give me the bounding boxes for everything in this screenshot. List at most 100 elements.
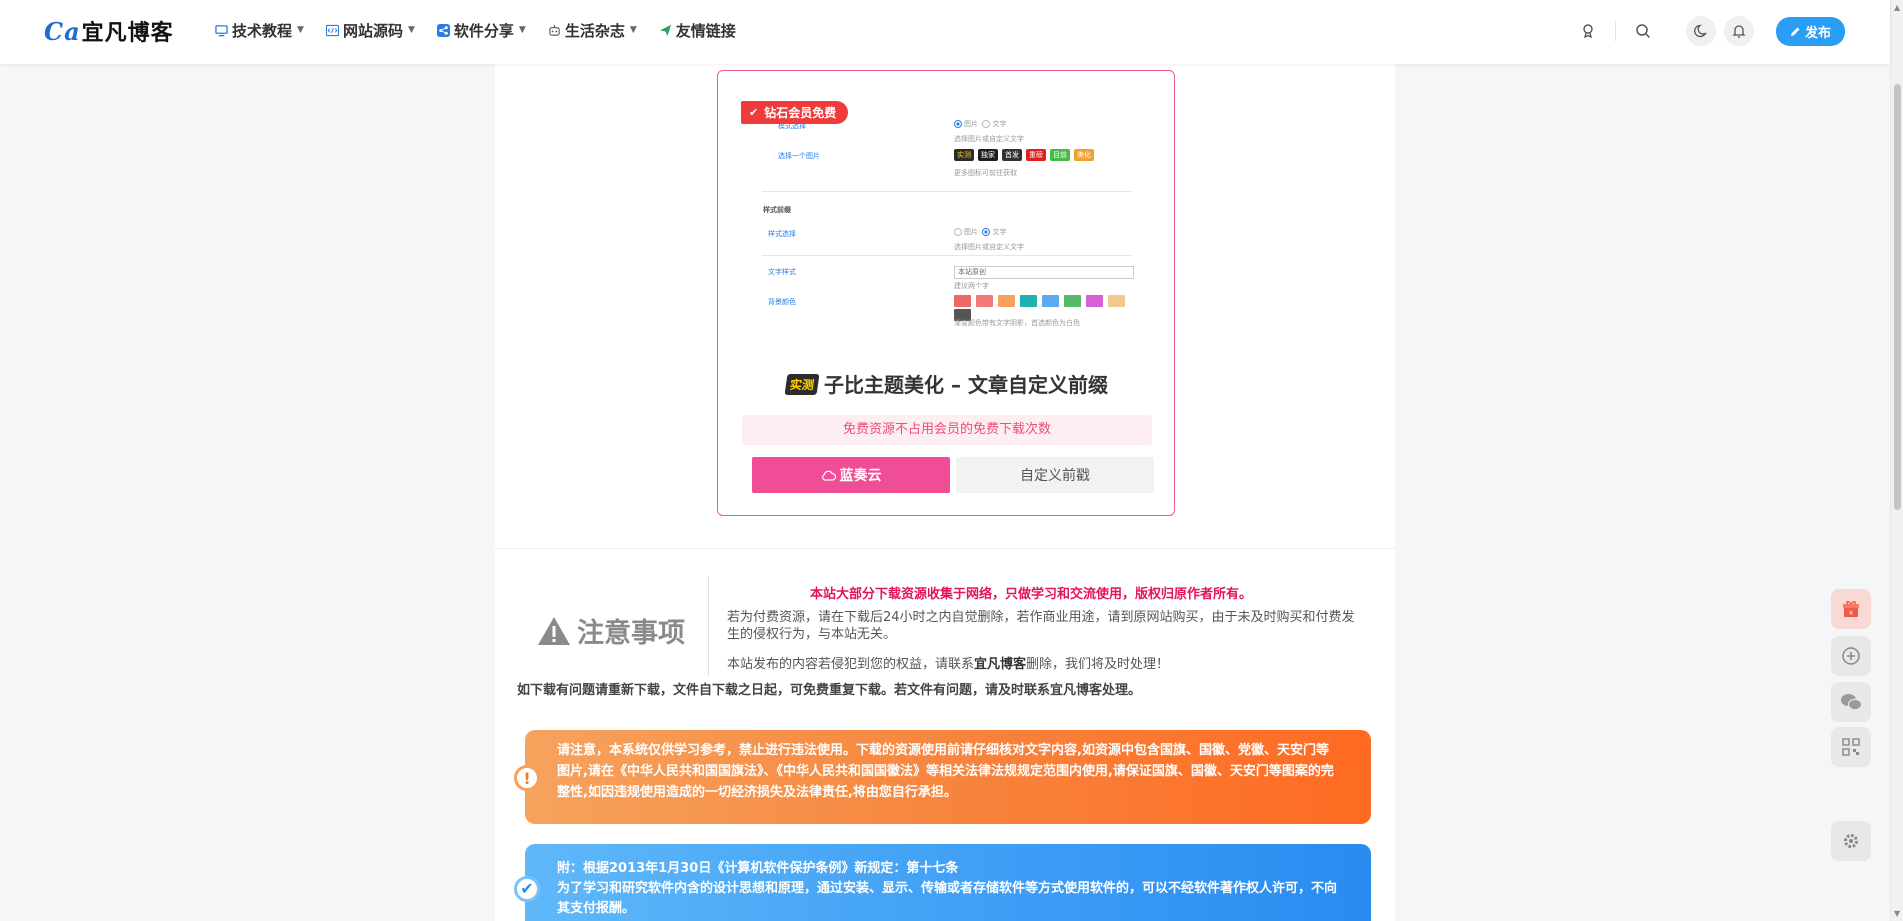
color-swatch bbox=[1086, 295, 1103, 307]
publish-label: 发布 bbox=[1804, 25, 1831, 41]
color-swatch bbox=[1020, 295, 1037, 307]
share-icon bbox=[436, 23, 450, 37]
pv-radio-group: 图片 文字 bbox=[954, 227, 1006, 237]
header-actions: 发布 bbox=[1561, 16, 1845, 46]
settings-icon bbox=[1844, 834, 1858, 848]
radio-icon bbox=[982, 120, 991, 128]
nav-item-friend-links[interactable]: 友情链接 bbox=[659, 20, 736, 41]
pv-opt: 图片 bbox=[964, 228, 978, 236]
title-tag: 实测 bbox=[784, 374, 820, 395]
check-circle-icon: ✔ bbox=[514, 876, 540, 902]
notice-site-name: 宜凡博客 bbox=[974, 657, 1027, 672]
pencil-icon bbox=[1790, 27, 1800, 36]
card-title: 实测 子比主题美化 – 文章自定义前缀 bbox=[718, 369, 1176, 398]
color-swatch bbox=[1108, 295, 1125, 307]
nav-item-life-magazine[interactable]: 生活杂志 ▼ bbox=[548, 20, 637, 41]
color-swatch bbox=[1042, 295, 1059, 307]
warning-icon bbox=[538, 616, 570, 645]
header-divider bbox=[1614, 21, 1616, 41]
user-icon[interactable] bbox=[1573, 16, 1603, 46]
nav-label: 软件分享 bbox=[453, 21, 514, 40]
radio-icon bbox=[954, 228, 962, 236]
monitor-icon bbox=[215, 24, 228, 36]
title-text: 子比主题美化 – 文章自定义前缀 bbox=[824, 373, 1108, 397]
cloud-icon bbox=[821, 470, 836, 481]
nav-item-software-share[interactable]: 软件分享 ▼ bbox=[436, 20, 526, 41]
notice-divider bbox=[708, 576, 709, 676]
notice-p2-post: 删除，我们将及时处理！ bbox=[1026, 657, 1170, 672]
color-swatch bbox=[976, 295, 993, 307]
pv-opt: 文字 bbox=[992, 120, 1007, 128]
preview-image: 模式选择 图片 文字 选择图片或自定义文字 选择一个图片 实测 独家 首发 重磅 目前美… bbox=[758, 119, 1138, 361]
pv-tag: 实测 bbox=[954, 149, 974, 161]
wechat-icon bbox=[1841, 694, 1862, 711]
nav-label: 网站源码 bbox=[342, 21, 403, 40]
software-law-alert: ✔ 附：根据2013年1月30日《计算机软件保护条例》新规定：第十七条 为了学习… bbox=[514, 844, 1371, 921]
gift-button[interactable]: ¥ bbox=[1831, 589, 1871, 629]
page-scrollbar[interactable]: ▲ ▼ bbox=[1890, 0, 1903, 921]
pv-opt: 图片 bbox=[964, 120, 978, 128]
color-swatch bbox=[1064, 295, 1081, 307]
free-download-notice: 免费资源不占用会员的免费下载次数 bbox=[742, 415, 1152, 445]
pv-tag: 美化 bbox=[1074, 149, 1094, 161]
radio-icon bbox=[982, 228, 991, 236]
lanzou-download-button[interactable]: 蓝奏云 bbox=[752, 457, 950, 493]
software-law-body: 为了学习和研究软件内含的设计思想和原理，通过安装、显示、传输或者存储软件等方式使… bbox=[557, 881, 1338, 916]
main-nav: 技术教程 ▼ 网站源码 ▼ 软件分享 ▼ 生活杂志 ▼ 友情链接 bbox=[215, 0, 758, 60]
logo-mark: Ca bbox=[44, 16, 81, 46]
qrcode-icon bbox=[1842, 738, 1860, 756]
notice-p2-pre: 本站发布的内容若侵犯到您的权益，请联系 bbox=[727, 657, 975, 672]
pv-section: 样式前缀 bbox=[763, 206, 791, 214]
nav-label: 生活杂志 bbox=[564, 21, 625, 40]
scroll-down-arrow[interactable]: ▼ bbox=[1894, 909, 1900, 918]
pv-hint: 选择图片或自定义文字 bbox=[954, 135, 1024, 143]
software-law-title: 附：根据2013年1月30日《计算机软件保护条例》新规定：第十七条 bbox=[557, 861, 959, 876]
qrcode-button[interactable] bbox=[1831, 727, 1871, 767]
section-divider bbox=[495, 548, 1395, 549]
moon-icon[interactable] bbox=[1685, 16, 1716, 46]
pv-radio-group: 图片 文字 bbox=[954, 119, 1006, 129]
paid-resource-notice: 若为付费资源，请在下载后24小时之内自觉删除，若作商业用途，请到原网站购买，由于… bbox=[727, 610, 1355, 642]
pv-label: 背景颜色 bbox=[768, 298, 796, 306]
infringement-notice: 本站发布的内容若侵犯到您的权益，请联系宜凡博客删除，我们将及时处理！ bbox=[727, 653, 1367, 672]
nav-label: 技术教程 bbox=[232, 21, 293, 40]
robot-icon bbox=[549, 24, 560, 36]
pv-label: 文字样式 bbox=[768, 268, 796, 276]
custom-prefix-button[interactable]: 自定义前戳 bbox=[956, 457, 1154, 493]
chevron-down-icon: ▼ bbox=[518, 25, 526, 35]
pv-tag: 独家 bbox=[978, 149, 998, 161]
pv-tag: 目前 bbox=[1050, 149, 1070, 161]
pv-opt: 文字 bbox=[992, 228, 1007, 236]
vip-free-badge: ✔ 钻石会员免费 bbox=[741, 101, 849, 124]
check-icon: ✔ bbox=[749, 106, 759, 119]
wechat-button[interactable] bbox=[1831, 682, 1871, 722]
pv-divider bbox=[762, 191, 1132, 192]
add-icon bbox=[1842, 647, 1860, 665]
pv-divider bbox=[762, 255, 1132, 256]
pv-hint: 更多图标可前往获取 bbox=[954, 169, 1017, 177]
pv-hint: 渐变颜色带有文字阴影，首选颜色为白色 bbox=[954, 319, 1080, 327]
chevron-down-icon: ▼ bbox=[407, 25, 415, 35]
bell-icon[interactable] bbox=[1723, 16, 1754, 46]
scroll-up-arrow[interactable]: ▲ bbox=[1894, 3, 1900, 12]
svg-text:¥: ¥ bbox=[1849, 610, 1853, 617]
vip-badge-label: 钻石会员免费 bbox=[764, 106, 837, 120]
exclamation-icon: ! bbox=[514, 765, 540, 791]
nav-item-site-source[interactable]: 网站源码 ▼ bbox=[325, 20, 415, 41]
notice-heading-text: 注意事项 bbox=[577, 618, 685, 649]
publish-button[interactable]: 发布 bbox=[1775, 16, 1845, 46]
send-icon bbox=[659, 24, 671, 36]
pv-tag: 重磅 bbox=[1026, 149, 1046, 161]
chevron-down-icon: ▼ bbox=[629, 25, 637, 35]
scroll-thumb[interactable] bbox=[1894, 84, 1901, 510]
logo-text: 宜凡博客 bbox=[81, 20, 174, 46]
search-icon[interactable] bbox=[1628, 16, 1658, 46]
settings-button[interactable] bbox=[1831, 821, 1871, 861]
pv-label: 选择一个图片 bbox=[778, 152, 820, 160]
pv-text-input: 本站原创 bbox=[954, 266, 1134, 279]
gift-icon: ¥ bbox=[1843, 601, 1859, 617]
pv-tag-list: 实测 独家 首发 重磅 目前 美化 bbox=[954, 149, 1098, 161]
add-button[interactable] bbox=[1831, 636, 1871, 676]
site-logo[interactable]: Ca 宜凡博客 bbox=[44, 16, 174, 47]
nav-item-tech-tutorials[interactable]: 技术教程 ▼ bbox=[215, 20, 304, 41]
